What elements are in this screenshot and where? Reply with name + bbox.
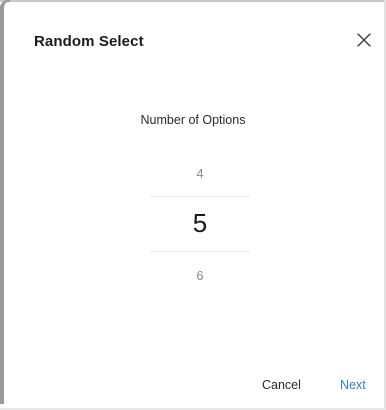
picker-divider-top [150,196,250,197]
window-left-edge [0,6,4,404]
next-button[interactable]: Next [340,378,366,392]
picker-selected-value[interactable]: 5 [150,208,250,239]
random-select-dialog: Random Select Number of Options 4 5 6 Ca… [0,0,386,410]
picker-option-previous[interactable]: 4 [150,166,250,181]
picker-label: Number of Options [140,113,246,127]
dialog-title: Random Select [34,33,144,50]
window-top-edge [0,0,386,2]
picker-option-next[interactable]: 6 [150,268,250,283]
close-button[interactable] [352,28,376,52]
cancel-button[interactable]: Cancel [262,378,301,392]
picker-divider-bottom [150,251,250,252]
number-picker[interactable]: 4 5 6 [150,150,250,298]
close-icon [357,33,371,47]
